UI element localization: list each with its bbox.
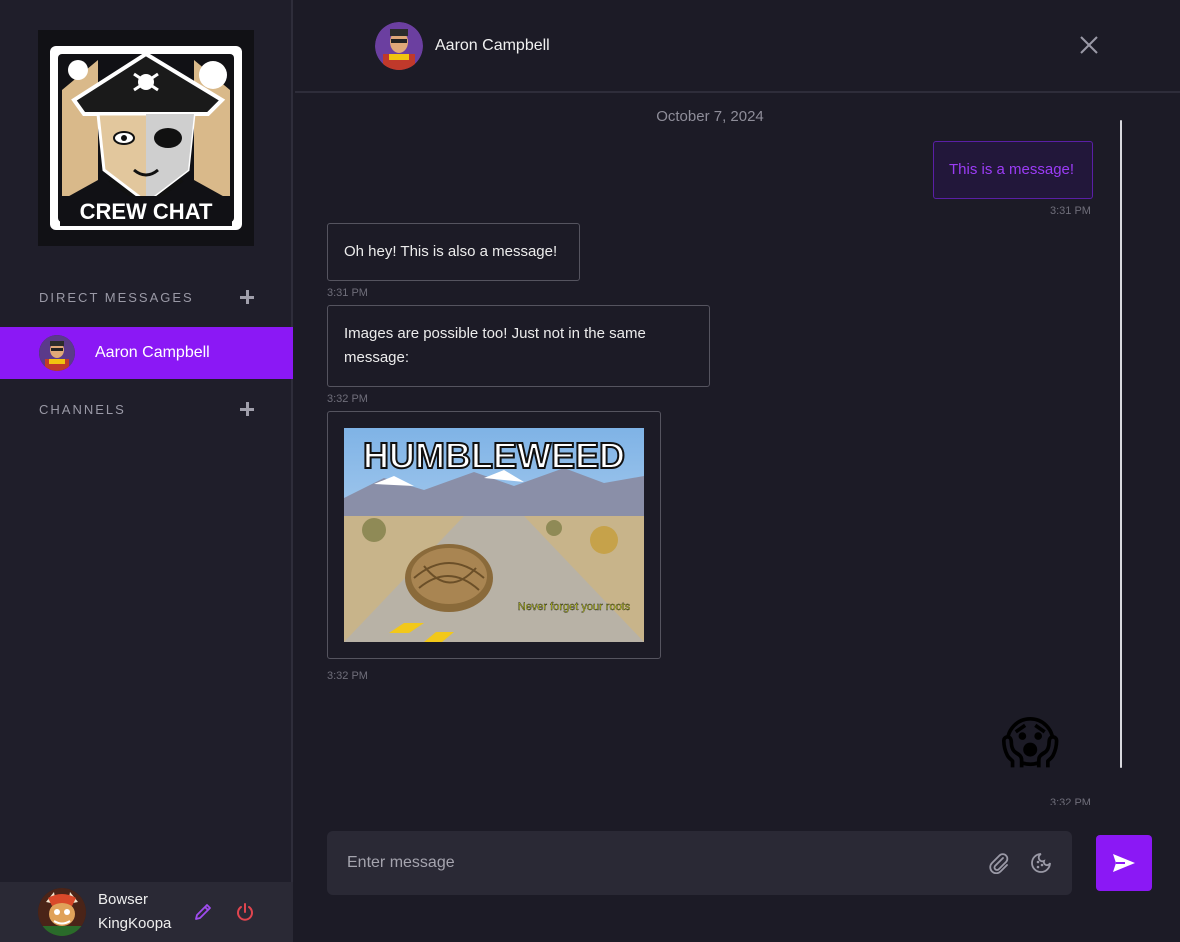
message-text: Images are possible too! Just not in the…: [344, 325, 646, 366]
attach-paperclip-icon[interactable]: [988, 852, 1010, 874]
message-text: This is a message!: [949, 161, 1075, 178]
send-icon: [1113, 854, 1135, 872]
dm-avatar: [39, 335, 75, 371]
message-composer: [327, 831, 1072, 895]
emoji-message: 😱: [1001, 711, 1060, 774]
meme-caption: Never forget your roots: [518, 601, 631, 613]
message-time: 3:31 PM: [327, 287, 368, 299]
contact-name: Aaron Campbell: [435, 36, 550, 54]
direct-messages-label: DIRECT MESSAGES: [39, 289, 194, 305]
message-scrollbar[interactable]: [1120, 120, 1122, 768]
current-user-bar: Bowser KingKoopa: [0, 882, 293, 942]
dm-item-aaron-campbell[interactable]: Aaron Campbell: [0, 327, 293, 379]
message-bubble-image: HUMBLEWEED Never forget your roots: [327, 411, 661, 659]
close-chat-close-icon[interactable]: [1078, 34, 1100, 56]
current-user-first-line: Bowser: [98, 891, 149, 908]
message-bubble-outgoing: This is a message!: [933, 141, 1093, 199]
current-user-avatar: [38, 888, 86, 936]
current-user-name: Bowser KingKoopa: [98, 888, 180, 936]
crew-chat-logo: CREW CHAT: [38, 30, 254, 246]
message-time: 3:32 PM: [327, 393, 368, 405]
chat-app: CREW CHAT DIRECT MESSAGES Aaron Campbell: [0, 0, 1180, 942]
contact-avatar: [375, 21, 423, 70]
message-time: 3:32 PM: [327, 670, 368, 682]
add-channel-plus-icon[interactable]: [240, 402, 254, 416]
logout-power-icon[interactable]: [234, 901, 256, 923]
message-time: 3:31 PM: [1050, 205, 1091, 217]
current-user-second-line: KingKoopa: [98, 915, 172, 932]
composer-tools: [988, 852, 1052, 874]
channels-label: CHANNELS: [39, 401, 126, 417]
message-text: Oh hey! This is also a message!: [344, 243, 558, 260]
dm-item-label: Aaron Campbell: [95, 344, 210, 361]
date-divider: October 7, 2024: [656, 108, 764, 125]
chat-main: Aaron Campbell October 7, 2024 This is a…: [295, 0, 1180, 942]
edit-profile-pencil-icon[interactable]: [192, 901, 214, 923]
message-bubble-incoming: Oh hey! This is also a message!: [327, 223, 580, 281]
logo-text: CREW CHAT: [80, 199, 213, 224]
meme-title: HUMBLEWEED: [363, 435, 625, 476]
user-actions: [192, 901, 256, 923]
sidebar: CREW CHAT DIRECT MESSAGES Aaron Campbell: [0, 0, 293, 942]
channels-header: CHANNELS: [39, 398, 254, 420]
message-input[interactable]: [347, 854, 988, 872]
emoji-picker-icon[interactable]: [1030, 852, 1052, 874]
message-bubble-incoming: Images are possible too! Just not in the…: [327, 305, 710, 387]
message-list[interactable]: October 7, 2024 This is a message! 3:31 …: [295, 95, 1180, 805]
meme-image[interactable]: HUMBLEWEED Never forget your roots: [344, 428, 644, 642]
message-time: 3:32 PM: [1050, 797, 1091, 805]
direct-messages-header: DIRECT MESSAGES: [39, 286, 254, 308]
send-button[interactable]: [1096, 835, 1152, 891]
add-direct-message-plus-icon[interactable]: [240, 290, 254, 304]
chat-header: Aaron Campbell: [295, 0, 1180, 93]
